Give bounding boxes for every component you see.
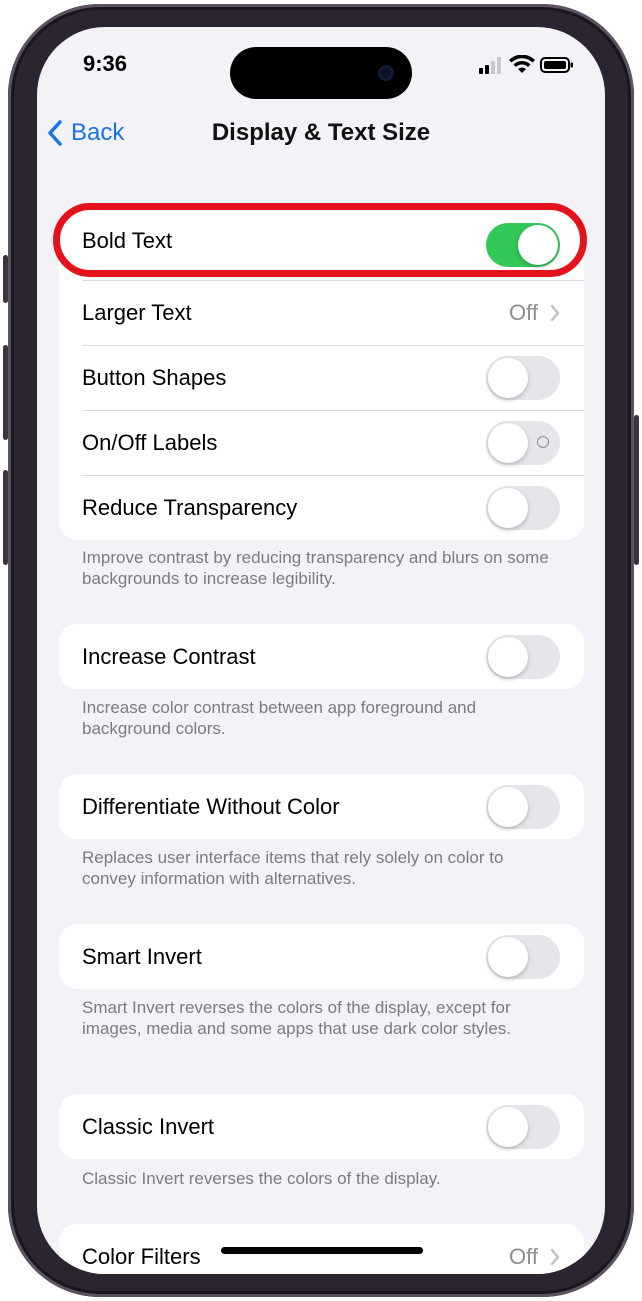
increase-contrast-footnote: Increase color contrast between app fore…	[82, 698, 477, 738]
reduce-transparency-label: Reduce Transparency	[82, 494, 298, 520]
toggle-knob	[488, 1106, 528, 1147]
toggle-knob	[488, 636, 528, 677]
increase-contrast-label: Increase Contrast	[82, 643, 256, 669]
color-filters-value-label: Off	[509, 1243, 538, 1269]
row-classic-invert[interactable]: Classic Invert	[59, 1094, 584, 1159]
row-larger-text[interactable]: Larger Text Off	[59, 280, 584, 345]
row-on-off-labels[interactable]: On/Off Labels	[59, 410, 584, 475]
color-filters-value: Off	[509, 1244, 560, 1270]
row-differentiate[interactable]: Differentiate Without Color	[59, 774, 584, 839]
wifi-icon	[509, 54, 535, 73]
button-shapes-label: Button Shapes	[82, 364, 227, 390]
on-off-labels-toggle[interactable]	[486, 420, 560, 465]
row-increase-contrast[interactable]: Increase Contrast	[59, 624, 584, 689]
front-camera	[378, 65, 394, 81]
row-smart-invert[interactable]: Smart Invert	[59, 924, 584, 989]
page-title: Display & Text Size	[211, 119, 431, 146]
chevron-right-icon	[550, 304, 560, 321]
smart-invert-group: Smart Invert	[59, 924, 584, 989]
nav-bar: Back Display & Text Size	[37, 103, 605, 163]
volume-up-button	[3, 345, 8, 440]
smart-invert-toggle[interactable]	[486, 934, 560, 979]
power-button	[634, 415, 639, 565]
status-icons	[475, 54, 575, 75]
toggle-knob	[488, 422, 528, 463]
off-indicator-icon	[537, 435, 549, 448]
larger-text-value-label: Off	[509, 299, 538, 325]
toggle-knob	[488, 487, 528, 528]
dynamic-island	[230, 47, 412, 99]
toggle-knob	[488, 357, 528, 398]
smart-invert-footnote: Smart Invert reverses the colors of the …	[82, 998, 511, 1038]
classic-invert-footnote: Classic Invert reverses the colors of th…	[82, 1169, 441, 1188]
on-off-labels-label: On/Off Labels	[82, 429, 218, 455]
toggle-knob	[488, 936, 528, 977]
classic-invert-label: Classic Invert	[82, 1113, 215, 1139]
increase-contrast-group: Increase Contrast	[59, 624, 584, 689]
toggle-knob	[518, 225, 558, 265]
row-reduce-transparency[interactable]: Reduce Transparency	[59, 475, 584, 540]
bold-text-toggle-overlay[interactable]	[486, 223, 560, 267]
battery-icon	[540, 57, 573, 73]
reduce-transparency-toggle[interactable]	[486, 485, 560, 530]
differentiate-footnote: Replaces user interface items that rely …	[82, 848, 504, 888]
volume-down-button	[3, 470, 8, 565]
transparency-footnote: Improve contrast by reducing transparenc…	[82, 548, 549, 588]
toggle-knob	[488, 786, 528, 827]
status-time: 9:36	[83, 51, 128, 76]
color-filters-label: Color Filters	[82, 1243, 201, 1269]
smart-invert-label: Smart Invert	[82, 943, 202, 969]
differentiate-toggle[interactable]	[486, 784, 560, 829]
classic-invert-toggle[interactable]	[486, 1104, 560, 1149]
row-button-shapes[interactable]: Button Shapes	[59, 345, 584, 410]
larger-text-label: Larger Text	[82, 299, 192, 325]
cellular-signal-icon	[479, 57, 501, 74]
differentiate-label: Differentiate Without Color	[82, 793, 340, 819]
larger-text-value: Off	[509, 300, 560, 326]
differentiate-group: Differentiate Without Color	[59, 774, 584, 839]
chevron-right-icon	[550, 1248, 560, 1265]
action-button	[3, 255, 8, 303]
increase-contrast-toggle[interactable]	[486, 634, 560, 679]
button-shapes-toggle[interactable]	[486, 355, 560, 400]
screen: 9:36 Back Display & Text Size Larger Tex…	[37, 27, 605, 1274]
classic-invert-group: Classic Invert	[59, 1094, 584, 1159]
home-indicator[interactable]	[221, 1247, 423, 1254]
